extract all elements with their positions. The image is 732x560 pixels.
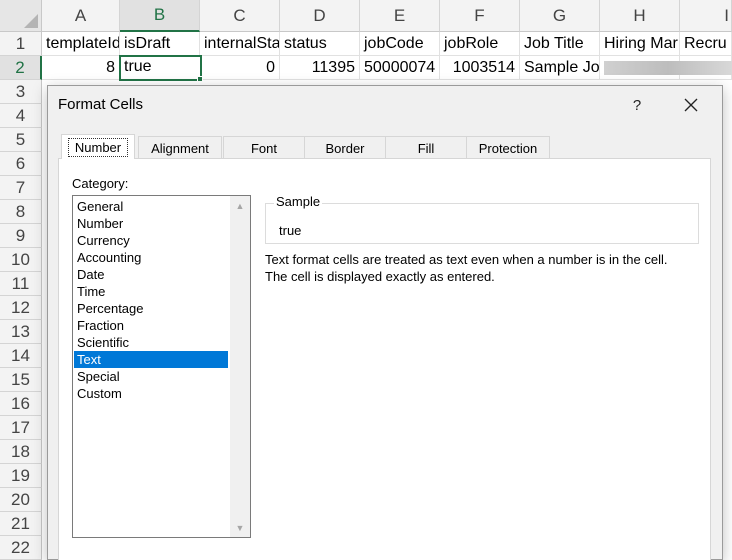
row-header-14[interactable]: 14: [0, 344, 42, 368]
row-header-6[interactable]: 6: [0, 152, 42, 176]
row-header-20[interactable]: 20: [0, 488, 42, 512]
select-all-corner[interactable]: [0, 0, 42, 32]
cell-e1[interactable]: jobCode: [360, 32, 440, 56]
cell-d1[interactable]: status: [280, 32, 360, 56]
cell-a2[interactable]: 8: [42, 56, 120, 80]
cell-f2[interactable]: 1003514: [440, 56, 520, 80]
number-tab-panel: Category: General Number Currency Accoun…: [58, 158, 711, 560]
category-item-text[interactable]: Text: [74, 351, 228, 368]
row-header-18[interactable]: 18: [0, 440, 42, 464]
cell-g1[interactable]: Job Title: [520, 32, 600, 56]
format-cells-dialog: Format Cells ? Number Alignment Font Bor…: [47, 85, 723, 560]
close-icon: [684, 98, 698, 112]
tab-border-label: Border: [325, 140, 365, 156]
tab-alignment[interactable]: Alignment: [138, 136, 222, 159]
cell-e2[interactable]: 50000074: [360, 56, 440, 80]
redacted-cell-content: [604, 61, 732, 75]
sample-group: Sample true: [265, 194, 699, 244]
help-button[interactable]: ?: [622, 92, 652, 118]
column-header-a[interactable]: A: [42, 0, 120, 32]
row-header-2[interactable]: 2: [0, 56, 42, 80]
row-header-13[interactable]: 13: [0, 320, 42, 344]
cell-i1[interactable]: Recru: [680, 32, 732, 56]
category-item-percentage[interactable]: Percentage: [74, 300, 228, 317]
category-item-custom[interactable]: Custom: [74, 385, 228, 402]
tab-border[interactable]: Border: [304, 136, 386, 159]
tab-number[interactable]: Number: [61, 134, 135, 159]
cell-d2[interactable]: 11395: [280, 56, 360, 80]
column-header-e[interactable]: E: [360, 0, 440, 32]
tab-protection[interactable]: Protection: [466, 136, 550, 159]
category-item-special[interactable]: Special: [74, 368, 228, 385]
column-header-f[interactable]: F: [440, 0, 520, 32]
row-header-17[interactable]: 17: [0, 416, 42, 440]
cell-a1[interactable]: templateId: [42, 32, 120, 56]
row-header-8[interactable]: 8: [0, 200, 42, 224]
description-line-1: Text format cells are treated as text ev…: [265, 252, 668, 267]
row-header-19[interactable]: 19: [0, 464, 42, 488]
tab-font[interactable]: Font: [223, 136, 305, 159]
row-header-9[interactable]: 9: [0, 224, 42, 248]
category-label: Category:: [72, 176, 129, 191]
row-header-12[interactable]: 12: [0, 296, 42, 320]
column-header-c[interactable]: C: [200, 0, 280, 32]
cell-b2-selected[interactable]: true: [119, 55, 202, 81]
category-item-time[interactable]: Time: [74, 283, 228, 300]
column-header-i[interactable]: I: [680, 0, 732, 32]
close-button[interactable]: [676, 92, 706, 118]
format-description: Text format cells are treated as text ev…: [265, 251, 705, 285]
category-item-scientific[interactable]: Scientific: [74, 334, 228, 351]
column-header-b[interactable]: B: [120, 0, 200, 32]
column-header-d[interactable]: D: [280, 0, 360, 32]
sample-label: Sample: [274, 194, 323, 209]
row-header-1[interactable]: 1: [0, 32, 42, 56]
category-listbox[interactable]: General Number Currency Accounting Date …: [72, 195, 251, 538]
scroll-down-arrow-icon[interactable]: ▼: [230, 519, 250, 536]
row-header-22[interactable]: 22: [0, 536, 42, 560]
category-item-accounting[interactable]: Accounting: [74, 249, 228, 266]
column-header-g[interactable]: G: [520, 0, 600, 32]
row-header-5[interactable]: 5: [0, 128, 42, 152]
fill-handle[interactable]: [197, 76, 203, 82]
column-header-h[interactable]: H: [600, 0, 680, 32]
row-header-4[interactable]: 4: [0, 104, 42, 128]
tab-protection-label: Protection: [478, 140, 538, 156]
select-all-triangle-icon: [24, 14, 38, 28]
tab-font-label: Font: [250, 140, 277, 156]
row-header-16[interactable]: 16: [0, 392, 42, 416]
tab-fill-label: Fill: [417, 140, 435, 156]
cell-f1[interactable]: jobRole: [440, 32, 520, 56]
category-item-fraction[interactable]: Fraction: [74, 317, 228, 334]
description-line-2: The cell is displayed exactly as entered…: [265, 269, 495, 284]
cell-h1[interactable]: Hiring Mar: [600, 32, 680, 56]
tab-number-label: Number: [67, 137, 129, 157]
tab-fill[interactable]: Fill: [385, 136, 467, 159]
cell-b1[interactable]: isDraft: [120, 32, 200, 56]
row-header-11[interactable]: 11: [0, 272, 42, 296]
row-header-21[interactable]: 21: [0, 512, 42, 536]
dialog-title: Format Cells: [58, 96, 144, 113]
tab-alignment-label: Alignment: [151, 140, 209, 156]
category-item-currency[interactable]: Currency: [74, 232, 228, 249]
cell-c2[interactable]: 0: [200, 56, 280, 80]
category-scrollbar[interactable]: ▲ ▼: [230, 196, 250, 537]
row-header-10[interactable]: 10: [0, 248, 42, 272]
row-header-7[interactable]: 7: [0, 176, 42, 200]
scroll-up-arrow-icon[interactable]: ▲: [230, 197, 250, 214]
cell-g2[interactable]: Sample Jol: [520, 56, 600, 80]
row-header-15[interactable]: 15: [0, 368, 42, 392]
cell-c1[interactable]: internalSta: [200, 32, 280, 56]
sample-value: true: [279, 223, 302, 238]
category-item-date[interactable]: Date: [74, 266, 228, 283]
row-header-3[interactable]: 3: [0, 80, 42, 104]
category-item-general[interactable]: General: [74, 198, 228, 215]
category-item-number[interactable]: Number: [74, 215, 228, 232]
